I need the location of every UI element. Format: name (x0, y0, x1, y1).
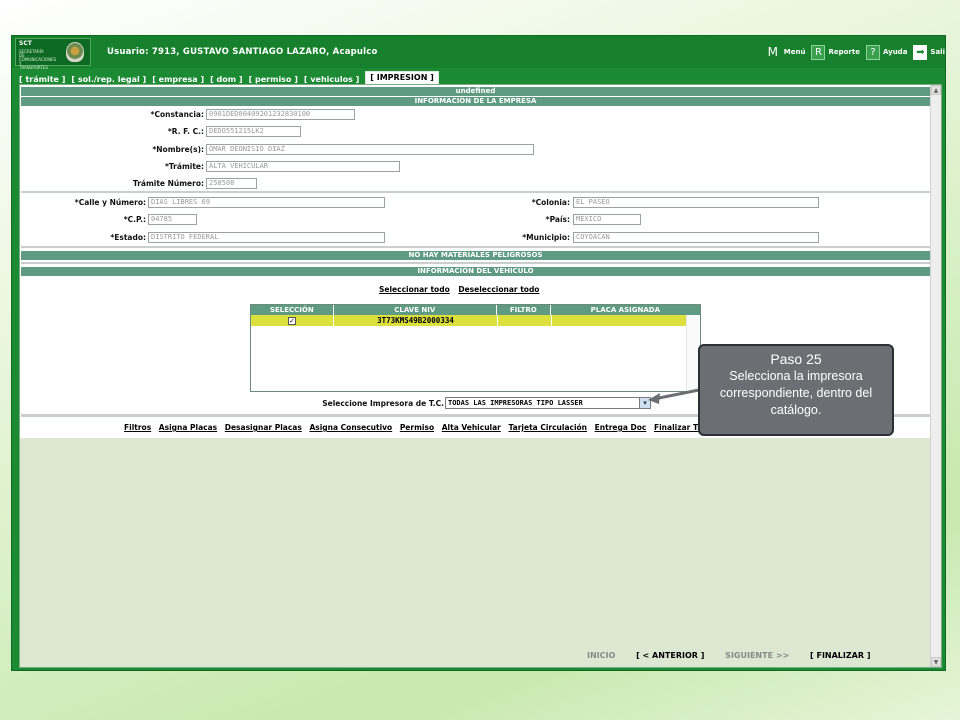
selection-links: Seleccionar todo Deseleccionar todo (379, 285, 545, 294)
permiso-link[interactable]: Permiso (400, 423, 434, 432)
tarjeta-circulacion-link[interactable]: Tarjeta Circulación (509, 423, 588, 432)
entrega-doc-link[interactable]: Entrega Doc (595, 423, 647, 432)
table-row[interactable]: ✓ 3T73KMS49B2000334 (251, 315, 686, 326)
select-all-link[interactable]: Seleccionar todo (379, 285, 450, 294)
help-link-label: Ayuda (882, 48, 908, 56)
exit-link-label: Sali (930, 48, 945, 56)
nombre-label: *Nombre(s): (152, 145, 204, 154)
tab-strip: [ trámite ] [ sol./rep. legal ] [ empres… (19, 70, 445, 84)
tramite-label: *Trámite: (164, 162, 204, 171)
siguiente-button[interactable]: SIGUIENTE >> (725, 651, 789, 660)
municipio-label: *Municipio: (522, 233, 570, 242)
printer-select[interactable]: TODAS LAS IMPRESORAS TIPO LASSER ▾ (445, 397, 651, 409)
col-header-clave-niv: CLAVE NIV (334, 305, 497, 315)
asigna-consecutivo-link[interactable]: Asigna Consecutivo (309, 423, 392, 432)
colonia-field[interactable]: EL PASEO (573, 197, 819, 208)
tramite-numero-field[interactable]: 258508 (206, 178, 257, 189)
constancia-field[interactable]: 0901DED00409201232830100 (206, 109, 355, 120)
filtro-cell (498, 315, 552, 326)
top-bar: SCT SECRETARÍA DE COMUNICACIONES Y TRANS… (12, 36, 945, 70)
undefined-bar: undefined (21, 87, 930, 96)
tab-empresa[interactable]: [ empresa ] (152, 75, 204, 84)
printer-label: Seleccione Impresora de T.C. (322, 399, 444, 408)
page-scrollbar[interactable]: ▲ ▼ (930, 85, 941, 667)
cp-label: *C.P.: (123, 215, 146, 224)
report-link[interactable]: R Reporte (811, 42, 860, 62)
desasignar-placas-link[interactable]: Desasignar Placas (225, 423, 302, 432)
deselect-all-link[interactable]: Deseleccionar todo (458, 285, 539, 294)
sct-logo: SCT SECRETARÍA DE COMUNICACIONES Y TRANS… (15, 38, 91, 70)
col-header-filtro: FILTRO (497, 305, 551, 315)
constancia-label: *Constancia: (150, 110, 204, 119)
divider (21, 262, 930, 264)
national-seal-icon (66, 42, 84, 62)
inicio-button[interactable]: INICIO (587, 651, 615, 660)
logo-text: SCT (19, 40, 32, 47)
tramite-field[interactable]: ALTA VEHICULAR (206, 161, 400, 172)
anterior-button[interactable]: [ < ANTERIOR ] (636, 651, 704, 660)
callout-body: Selecciona la impresora correspondiente,… (719, 369, 873, 417)
vehicle-table: SELECCIÓN CLAVE NIV FILTRO PLACA ASIGNAD… (250, 304, 701, 392)
estado-field[interactable]: DISTRITO FEDERAL (148, 232, 385, 243)
asigna-placas-link[interactable]: Asigna Placas (159, 423, 217, 432)
row-checkbox[interactable]: ✓ (288, 317, 296, 325)
placa-cell (552, 315, 686, 326)
municipio-field[interactable]: COYOACAN (573, 232, 819, 243)
rfc-field[interactable]: DEDO551215LK2 (206, 126, 301, 137)
tab-permiso[interactable]: [ permiso ] (249, 75, 298, 84)
tutorial-callout: Paso 25 Selecciona la impresora correspo… (698, 344, 894, 436)
pais-label: *País: (545, 215, 570, 224)
help-link[interactable]: ? Ayuda (865, 42, 908, 62)
alta-vehicular-link[interactable]: Alta Vehicular (442, 423, 501, 432)
finalizar-button[interactable]: [ FINALIZAR ] (810, 651, 870, 660)
exit-arrow-icon: ➡ (913, 44, 928, 60)
tab-tramite[interactable]: [ trámite ] (19, 75, 65, 84)
filtros-link[interactable]: Filtros (124, 423, 151, 432)
menu-link-label: Menú (783, 48, 806, 56)
materiales-bar: NO HAY MATERIALES PELIGROSOS (21, 251, 930, 260)
user-label: Usuario: 7913, GUSTAVO SANTIAGO LAZARO, … (107, 47, 378, 57)
logo-subtext: SECRETARÍA DE COMUNICACIONES Y TRANSPORT… (19, 49, 57, 70)
tab-vehiculos[interactable]: [ vehiculos ] (304, 75, 359, 84)
tab-dom[interactable]: [ dom ] (210, 75, 242, 84)
cp-field[interactable]: 04785 (148, 214, 197, 225)
calle-field[interactable]: DIAS LIBRES 69 (148, 197, 385, 208)
scroll-down-icon[interactable]: ▼ (931, 657, 941, 667)
divider (21, 246, 930, 248)
help-icon: ? (865, 44, 880, 60)
estado-label: *Estado: (110, 233, 146, 242)
tramite-numero-label: Trámite Número: (132, 179, 204, 188)
menu-link[interactable]: M Menú (765, 42, 806, 62)
selection-cell: ✓ (251, 315, 334, 326)
empresa-section-title: INFORMACIÓN DE LA EMPRESA (21, 97, 930, 106)
pais-field[interactable]: MÉXICO (573, 214, 641, 225)
printer-select-value: TODAS LAS IMPRESORAS TIPO LASSER (448, 399, 583, 407)
niv-cell: 3T73KMS49B2000334 (334, 315, 498, 326)
rfc-label: *R. F. C.: (167, 127, 204, 136)
col-header-placa: PLACA ASIGNADA (590, 306, 660, 314)
exit-link[interactable]: ➡ Sali (913, 42, 945, 62)
action-links: Filtros Asigna Placas Desasignar Placas … (124, 423, 730, 432)
report-link-label: Reporte (828, 48, 860, 56)
lower-panel (20, 438, 931, 667)
tab-sol-rep-legal[interactable]: [ sol./rep. legal ] (71, 75, 146, 84)
tab-impresion[interactable]: [ IMPRESION ] (365, 71, 439, 84)
chevron-down-icon[interactable]: ▾ (639, 398, 650, 408)
nombre-field[interactable]: OMAR DEONISIO DIAZ (206, 144, 534, 155)
calle-label: *Calle y Número: (74, 198, 146, 207)
table-header: SELECCIÓN CLAVE NIV FILTRO PLACA ASIGNAD… (251, 305, 700, 315)
wizard-navigation: INICIO [ < ANTERIOR ] SIGUIENTE >> [ FIN… (587, 651, 870, 660)
report-icon: R (811, 44, 826, 60)
scroll-up-icon[interactable]: ▲ (931, 85, 941, 95)
colonia-label: *Colonia: (531, 198, 570, 207)
vehiculo-section-title: INFORMACIÓN DEL VEHICULO (21, 267, 930, 276)
menu-icon: M (767, 45, 778, 59)
col-header-seleccion: SELECCIÓN (251, 305, 334, 315)
top-links: M Menú R Reporte ? Ayuda ➡ Sali (759, 42, 945, 62)
callout-title: Paso 25 (770, 351, 822, 367)
divider (21, 191, 930, 193)
